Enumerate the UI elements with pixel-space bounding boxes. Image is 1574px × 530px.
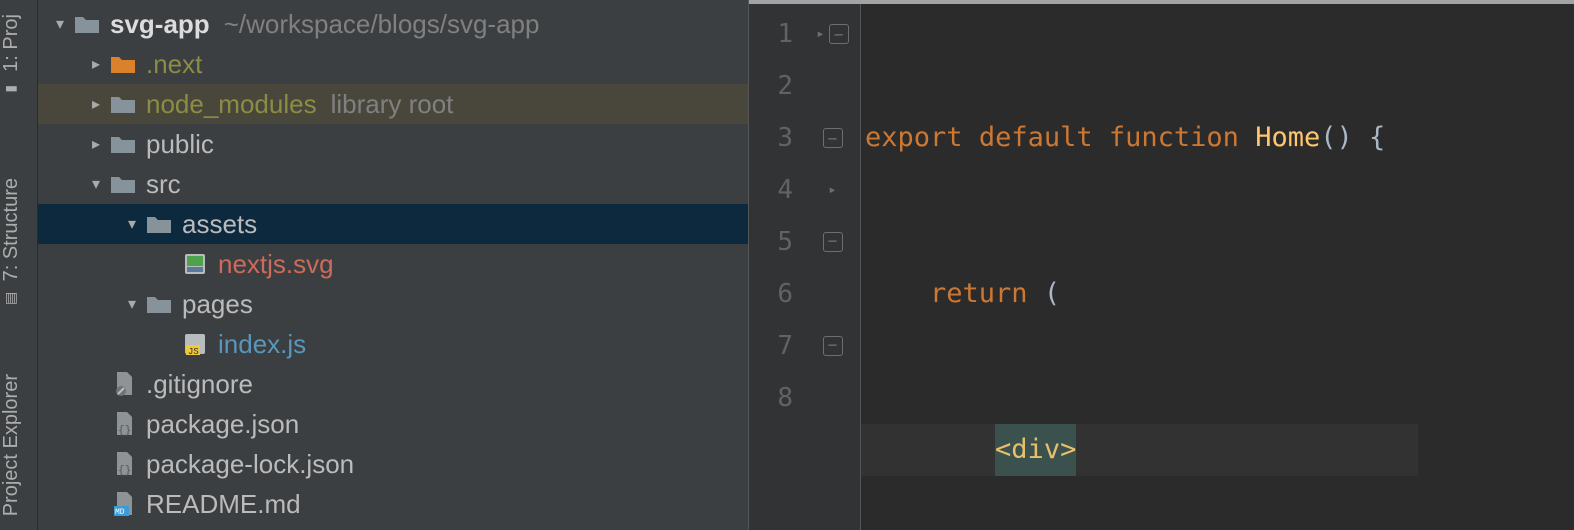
- tree-item-pages[interactable]: ▾ pages: [38, 284, 748, 324]
- tree-item-node-modules[interactable]: ▸ node_modules library root: [38, 84, 748, 124]
- tree-item-nextjs-svg[interactable]: nextjs.svg: [38, 244, 748, 284]
- tree-item-src[interactable]: ▾ src: [38, 164, 748, 204]
- project-icon: ▮: [4, 80, 20, 96]
- folder-icon: [108, 173, 138, 195]
- tree-root-svg-app[interactable]: ▾ svg-app ~/workspace/blogs/svg-app: [38, 4, 748, 44]
- svg-text:MD: MD: [115, 508, 125, 517]
- tree-label: package.json: [146, 409, 299, 440]
- toolwindow-tab-label: 1: Proj: [0, 14, 23, 72]
- tree-item-package-lock-json[interactable]: {} package-lock.json: [38, 444, 748, 484]
- line-number-gutter: 1 2 3 4 5 6 7 8: [749, 0, 805, 530]
- toolwindow-tab-project-explorer[interactable]: Project Explorer: [0, 368, 23, 522]
- token-plain: () {: [1320, 112, 1385, 164]
- fold-region-start-icon[interactable]: ▸: [816, 26, 824, 42]
- line-number: 1: [749, 8, 805, 60]
- tree-label: assets: [182, 209, 257, 240]
- code-editor[interactable]: 1 2 3 4 5 6 7 8 ▸− − ▸ − − export defaul…: [748, 0, 1574, 530]
- tree-item-public[interactable]: ▸ public: [38, 124, 748, 164]
- line-number: 5: [749, 216, 805, 268]
- fold-gutter: ▸− − ▸ − −: [805, 0, 861, 530]
- image-file-icon: [180, 252, 210, 276]
- folder-icon: [144, 213, 174, 235]
- chevron-right-icon: ▸: [84, 134, 108, 154]
- chevron-right-icon: ▸: [84, 94, 108, 114]
- toolwindow-tab-structure[interactable]: ▤ 7: Structure: [0, 172, 23, 311]
- tree-label: svg-app: [110, 9, 210, 40]
- line-number: 4: [749, 164, 805, 216]
- token-jsx-tag: <div>: [995, 424, 1076, 476]
- json-file-icon: {}: [108, 451, 138, 477]
- tree-label: package-lock.json: [146, 449, 354, 480]
- token-plain: (: [1028, 268, 1061, 320]
- chevron-right-icon: ▸: [84, 54, 108, 74]
- chevron-down-icon: ▾: [120, 214, 144, 234]
- line-number: 2: [749, 60, 805, 112]
- code-area[interactable]: export default function Home() { return …: [861, 0, 1418, 530]
- tree-root-path: ~/workspace/blogs/svg-app: [224, 9, 540, 40]
- line-number: 3: [749, 112, 805, 164]
- gitignore-file-icon: [108, 371, 138, 397]
- token-keyword: return: [930, 268, 1028, 320]
- fold-collapse-icon[interactable]: −: [823, 232, 843, 252]
- fold-collapse-icon[interactable]: −: [823, 336, 843, 356]
- tree-label: pages: [182, 289, 253, 320]
- toolwindow-tab-project[interactable]: ▮ 1: Proj: [0, 8, 23, 102]
- tree-label: .gitignore: [146, 369, 253, 400]
- svg-text:JS: JS: [188, 347, 199, 356]
- token-keyword: default: [979, 112, 1093, 164]
- folder-icon: [108, 53, 138, 75]
- fold-collapse-icon[interactable]: −: [823, 128, 843, 148]
- folder-icon: [108, 93, 138, 115]
- tree-label: README.md: [146, 489, 301, 520]
- tree-label: src: [146, 169, 181, 200]
- tree-item-assets[interactable]: ▾ assets: [38, 204, 748, 244]
- chevron-down-icon: ▾: [84, 174, 108, 194]
- tree-hint: library root: [331, 89, 454, 120]
- svg-text:{}: {}: [118, 465, 131, 477]
- tree-item-index-js[interactable]: JS index.js: [38, 324, 748, 364]
- line-number: 6: [749, 268, 805, 320]
- fold-region-start-icon[interactable]: ▸: [828, 182, 836, 198]
- folder-icon: [72, 13, 102, 35]
- javascript-file-icon: JS: [180, 332, 210, 356]
- folder-icon: [144, 293, 174, 315]
- token-keyword: export: [865, 112, 963, 164]
- tree-item-package-json[interactable]: {} package.json: [38, 404, 748, 444]
- tree-item-next[interactable]: ▸ .next: [38, 44, 748, 84]
- tree-item-readme[interactable]: MD README.md: [38, 484, 748, 524]
- tree-label: public: [146, 129, 214, 160]
- folder-icon: [108, 133, 138, 155]
- toolwindow-tab-label: 7: Structure: [0, 178, 23, 281]
- chevron-down-icon: ▾: [48, 14, 72, 34]
- tree-label: nextjs.svg: [218, 249, 334, 280]
- markdown-file-icon: MD: [108, 491, 138, 517]
- toolwindow-tab-label: Project Explorer: [0, 374, 23, 516]
- tree-label: index.js: [218, 329, 306, 360]
- line-number: 8: [749, 372, 805, 424]
- tree-label: .next: [146, 49, 202, 80]
- token-keyword: function: [1109, 112, 1239, 164]
- tree-item-gitignore[interactable]: .gitignore: [38, 364, 748, 404]
- fold-collapse-icon[interactable]: −: [829, 24, 849, 44]
- json-file-icon: {}: [108, 411, 138, 437]
- chevron-down-icon: ▾: [120, 294, 144, 314]
- line-number: 7: [749, 320, 805, 372]
- tree-label: node_modules: [146, 89, 317, 120]
- structure-icon: ▤: [4, 289, 20, 305]
- tool-window-tab-strip: ▮ 1: Proj ▤ 7: Structure Project Explore…: [0, 0, 38, 530]
- svg-text:{}: {}: [118, 425, 131, 437]
- token-function-name: Home: [1255, 112, 1320, 164]
- project-tree[interactable]: ▾ svg-app ~/workspace/blogs/svg-app ▸ .n…: [38, 0, 748, 530]
